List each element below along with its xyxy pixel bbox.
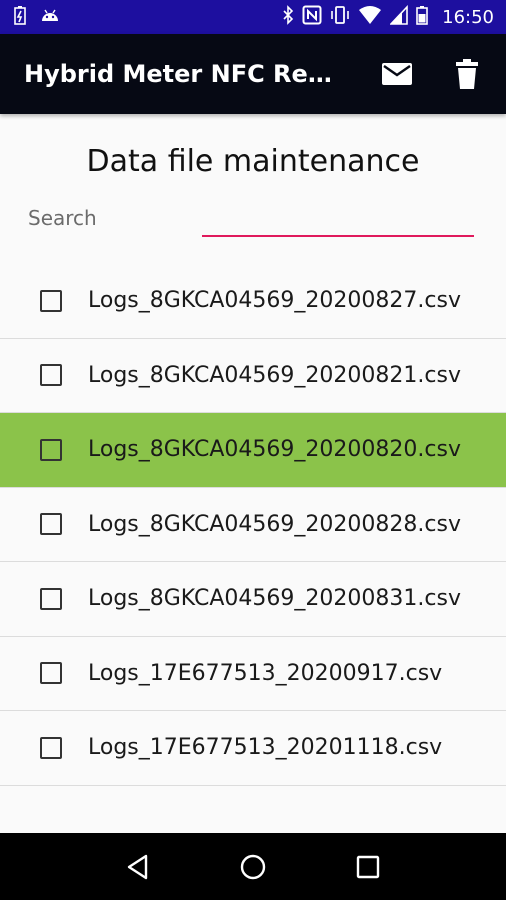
back-button[interactable] xyxy=(118,847,158,887)
delete-icon xyxy=(456,59,478,89)
file-row[interactable]: Logs_17E677513_20200917.csv xyxy=(0,637,506,711)
battery-icon xyxy=(416,5,428,30)
file-row[interactable]: Logs_8GKCA04569_20200828.csv xyxy=(0,488,506,562)
file-row[interactable]: Logs_8GKCA04569_20200827.csv xyxy=(0,264,506,339)
file-name: Logs_8GKCA04569_20200828.csv xyxy=(88,511,461,537)
recents-icon xyxy=(357,855,380,878)
file-checkbox[interactable] xyxy=(40,662,62,685)
file-list: Logs_8GKCA04569_20200827.csv Logs_8GKCA0… xyxy=(0,264,506,786)
nav-bar xyxy=(0,833,506,900)
app-title: Hybrid Meter NFC Reader xyxy=(24,60,340,88)
file-name: Logs_8GKCA04569_20200831.csv xyxy=(88,586,461,612)
battery-saver-icon xyxy=(14,5,26,30)
delete-button[interactable] xyxy=(450,57,484,91)
file-name: Logs_8GKCA04569_20200827.csv xyxy=(88,288,461,314)
search-label: Search xyxy=(28,206,97,230)
file-name: Logs_8GKCA04569_20200821.csv xyxy=(88,362,461,388)
home-button[interactable] xyxy=(233,847,273,887)
bluetooth-icon xyxy=(282,4,294,30)
status-left xyxy=(0,5,60,30)
signal-icon xyxy=(389,4,408,30)
recents-button[interactable] xyxy=(348,847,388,887)
search-input[interactable] xyxy=(202,205,474,237)
file-name: Logs_17E677513_20201118.csv xyxy=(88,735,443,761)
file-checkbox[interactable] xyxy=(40,289,62,312)
file-checkbox[interactable] xyxy=(40,513,62,536)
file-checkbox[interactable] xyxy=(40,438,62,461)
file-row[interactable]: Logs_17E677513_20201118.csv xyxy=(0,711,506,786)
status-right: 16:50 xyxy=(282,4,506,30)
file-checkbox[interactable] xyxy=(40,587,62,610)
android-icon xyxy=(40,7,60,28)
file-checkbox[interactable] xyxy=(40,736,62,759)
status-bar: 16:50 xyxy=(0,0,506,34)
app-actions xyxy=(380,57,506,91)
wifi-icon xyxy=(358,5,382,30)
email-icon xyxy=(382,63,412,85)
file-row[interactable]: Logs_8GKCA04569_20200821.csv xyxy=(0,339,506,413)
page-title: Data file maintenance xyxy=(86,144,420,179)
back-icon xyxy=(127,854,147,879)
home-icon xyxy=(240,854,266,879)
app-bar: Hybrid Meter NFC Reader xyxy=(0,34,506,114)
file-name: Logs_8GKCA04569_20200820.csv xyxy=(88,437,461,463)
vibrate-icon xyxy=(330,5,350,30)
file-checkbox[interactable] xyxy=(40,364,62,387)
status-time: 16:50 xyxy=(442,6,494,28)
file-row[interactable]: Logs_8GKCA04569_20200831.csv xyxy=(0,562,506,637)
file-row-highlighted[interactable]: Logs_8GKCA04569_20200820.csv xyxy=(0,413,506,488)
nfc-icon xyxy=(302,5,322,30)
email-button[interactable] xyxy=(380,57,414,91)
file-name: Logs_17E677513_20200917.csv xyxy=(88,660,443,686)
